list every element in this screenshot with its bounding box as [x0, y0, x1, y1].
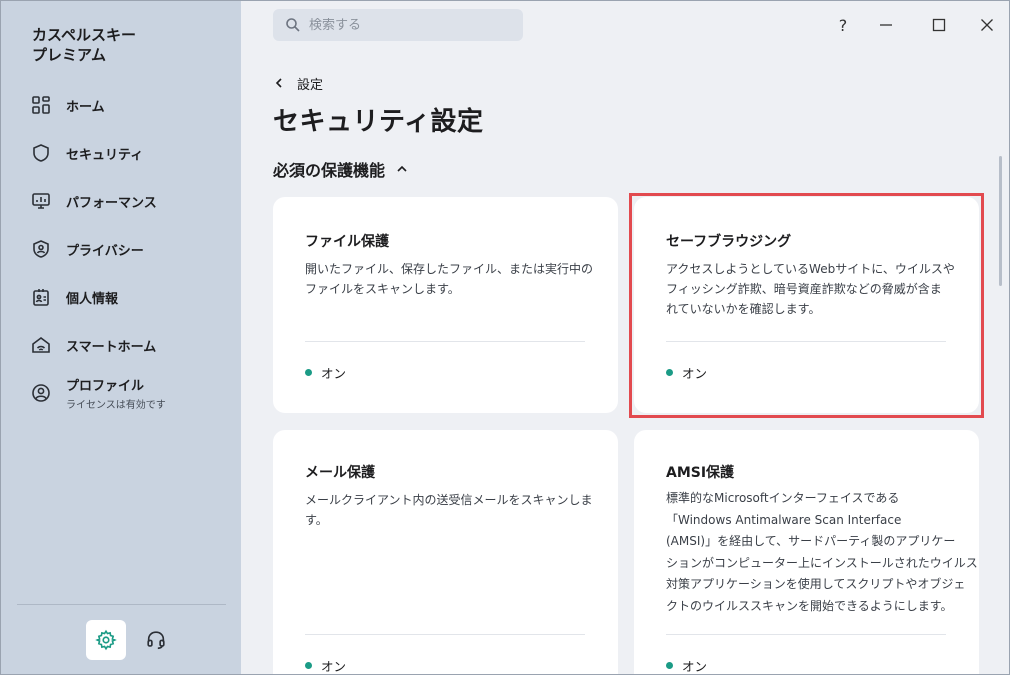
sidebar-item-label: セキュリティ: [66, 147, 144, 163]
sidebar-item-label: プロファイル: [66, 379, 145, 394]
card-title: セーフブラウジング: [666, 234, 792, 250]
card-safe-browsing[interactable]: セーフブラウジング アクセスしようとしているWebサイトに、ウイルスや フィッシ…: [634, 197, 979, 413]
section-title: 必須の保護機能: [273, 161, 386, 180]
app-window: カスペルスキー プレミアム ホーム セキュリティ パフォーマンス プライバシー …: [0, 0, 1010, 675]
sidebar: カスペルスキー プレミアム ホーム セキュリティ パフォーマンス プライバシー …: [1, 1, 241, 674]
status-dot: [305, 369, 312, 376]
id-card-icon: [30, 286, 52, 308]
sidebar-item-label: プライバシー: [66, 243, 144, 259]
scrollbar[interactable]: [999, 156, 1002, 286]
chevron-up-icon: [397, 165, 407, 172]
app-title-line1: カスペルスキー: [32, 26, 136, 44]
sidebar-item-privacy[interactable]: プライバシー: [17, 229, 227, 269]
help-icon: ?: [838, 15, 848, 35]
support-button[interactable]: [136, 620, 176, 660]
close-button[interactable]: [973, 11, 1001, 39]
status-dot: [305, 662, 312, 669]
card-mail-protection[interactable]: メール保護 メールクライアント内の送受信メールをスキャンしま す。 オン: [273, 430, 618, 674]
license-status: ライセンスは有効です: [66, 400, 166, 411]
sidebar-item-performance[interactable]: パフォーマンス: [17, 181, 227, 221]
help-button[interactable]: ?: [829, 11, 857, 39]
search-icon: [286, 18, 300, 32]
maximize-button[interactable]: [925, 11, 953, 39]
card-title: メール保護: [305, 465, 375, 481]
app-title-line2: プレミアム: [32, 46, 106, 64]
headset-icon: [147, 631, 165, 650]
minimize-icon: [880, 24, 892, 26]
sidebar-divider: [17, 604, 226, 605]
status-indicator: オン: [666, 363, 707, 382]
card-divider: [666, 634, 946, 635]
card-description: 標準的なMicrosoftインターフェイスである 「Windows Antima…: [666, 491, 978, 613]
sidebar-item-smart-home[interactable]: スマートホーム: [17, 325, 227, 365]
section-toggle[interactable]: 必須の保護機能: [273, 157, 409, 181]
settings-button[interactable]: [86, 620, 126, 660]
card-amsi-protection[interactable]: AMSI保護 標準的なMicrosoftインターフェイスである 「Windows…: [634, 430, 979, 674]
card-file-protection[interactable]: ファイル保護 開いたファイル、保存したファイル、または実行中の ファイルをスキャ…: [273, 197, 618, 413]
back-link[interactable]: 設定: [273, 73, 323, 93]
card-description: アクセスしようとしているWebサイトに、ウイルスや フィッシング詐欺、暗号資産詐…: [666, 262, 955, 316]
search-input[interactable]: [309, 17, 509, 33]
smart-home-icon: [30, 334, 52, 356]
status-text: オン: [321, 659, 347, 674]
card-description: 開いたファイル、保存したファイル、または実行中の ファイルをスキャンします。: [305, 262, 594, 296]
home-grid-icon: [30, 94, 52, 116]
shield-icon: [30, 142, 52, 164]
status-indicator: オン: [666, 656, 708, 674]
status-text: オン: [682, 366, 708, 381]
card-title: ファイル保護: [305, 234, 389, 250]
status-indicator: オン: [305, 656, 347, 674]
privacy-shield-icon: [30, 238, 52, 260]
status-indicator: オン: [305, 363, 346, 382]
app-title: カスペルスキー プレミアム: [32, 25, 212, 65]
status-text: オン: [682, 659, 708, 674]
card-description: メールクライアント内の送受信メールをスキャンしま す。: [305, 493, 593, 527]
sidebar-item-label: 個人情報: [66, 291, 119, 307]
maximize-icon: [932, 18, 946, 32]
user-circle-icon: [30, 382, 52, 404]
back-label: 設定: [297, 77, 324, 93]
sidebar-item-profile[interactable]: プロファイル ライセンスは有効です: [17, 373, 227, 413]
card-title: AMSI保護: [666, 465, 735, 481]
sidebar-item-security[interactable]: セキュリティ: [17, 133, 227, 173]
sidebar-item-label: ホーム: [66, 99, 105, 115]
minimize-button[interactable]: [872, 11, 900, 39]
status-text: オン: [321, 366, 347, 381]
status-dot: [666, 369, 673, 376]
search-box[interactable]: [273, 9, 523, 41]
card-divider: [666, 341, 946, 342]
status-dot: [666, 662, 673, 669]
gear-icon: [95, 629, 117, 651]
sidebar-item-label: スマートホーム: [66, 339, 157, 355]
close-icon: [981, 19, 993, 31]
sidebar-item-identity[interactable]: 個人情報: [17, 277, 227, 317]
card-divider: [305, 634, 585, 635]
sidebar-item-label: パフォーマンス: [66, 195, 157, 211]
chevron-left-icon: [275, 78, 282, 88]
card-divider: [305, 341, 585, 342]
page-title: セキュリティ設定: [273, 107, 484, 137]
sidebar-item-home[interactable]: ホーム: [17, 85, 227, 125]
monitor-icon: [30, 190, 52, 212]
